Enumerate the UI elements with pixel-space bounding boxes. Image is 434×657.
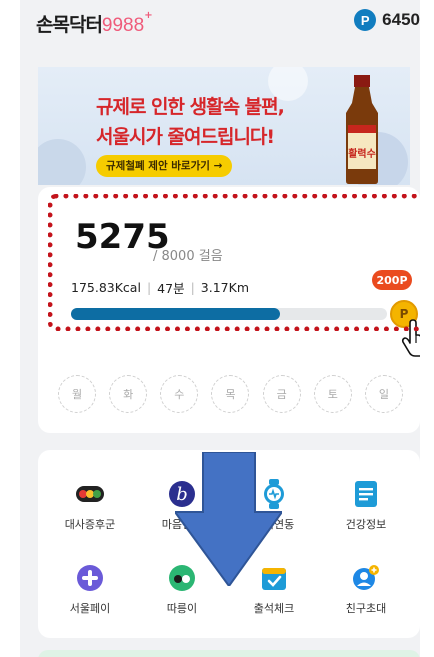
menu-item[interactable]: 대사증후군	[50, 480, 130, 532]
highlight-annotation-box	[48, 194, 420, 331]
weekday-circle: 일	[364, 375, 403, 413]
add-friend-icon	[352, 564, 380, 592]
point-icon: P	[354, 9, 377, 31]
menu-item-label: 서울페이	[69, 602, 111, 615]
tonic-bottle-image: 활력수	[346, 75, 378, 184]
app-logo[interactable]: 손목닥터9988+	[36, 10, 153, 37]
weekday-circle: 토	[313, 375, 352, 413]
points-value: 6450	[382, 10, 420, 29]
menu-item-label: 따릉이	[166, 602, 198, 615]
weekday-circle: 월	[58, 375, 96, 413]
down-arrow-annotation-icon	[175, 452, 282, 586]
menu-item-label: 친구초대	[345, 602, 387, 615]
logo-plus: +	[144, 10, 152, 21]
weekday-circle: 수	[160, 375, 199, 413]
weekday-attendance-row: 월화수목금토일	[58, 375, 403, 413]
weekday-circle: 목	[211, 375, 250, 413]
next-card-edge	[38, 650, 420, 657]
menu-item[interactable]: 친구초대	[326, 564, 406, 616]
traffic-light-icon	[76, 480, 104, 508]
menu-item[interactable]: 건강정보	[326, 480, 406, 532]
weekday-circle: 화	[109, 375, 148, 413]
seoul-pay-icon	[76, 564, 104, 592]
app-screen: 손목닥터9988+ P 6450 규제로 인한 생활속 불편, 서울시가 줄여드…	[20, 0, 420, 657]
document-icon	[352, 480, 380, 508]
banner-headline-1: 규제로 인한 생활속 불편,	[96, 96, 285, 118]
weekday-circle: 금	[262, 375, 301, 413]
banner-headline-2: 서울시가 줄여드립니다!	[96, 126, 275, 148]
menu-item-label: 출석체크	[253, 602, 295, 615]
promo-banner[interactable]: 규제로 인한 생활속 불편, 서울시가 줄여드립니다! 규제철폐 제안 바로가기…	[38, 67, 410, 185]
banner-cta-button[interactable]: 규제철폐 제안 바로가기 →	[96, 155, 233, 177]
svg-text:활력수: 활력수	[348, 147, 376, 160]
menu-item[interactable]: 서울페이	[50, 564, 130, 616]
step-counter-card[interactable]: 5275 / 8000 걸음 175.83Kcal | 47분 | 3.17Km…	[38, 187, 420, 433]
logo-number: 9988	[101, 15, 145, 36]
logo-text: 손목닥터	[36, 14, 103, 36]
top-bar: 손목닥터9988+ P 6450	[20, 0, 420, 46]
menu-item-label: 대사증후군	[64, 518, 116, 531]
menu-item-label: 건강정보	[345, 518, 387, 531]
points-display[interactable]: P 6450	[354, 9, 420, 31]
